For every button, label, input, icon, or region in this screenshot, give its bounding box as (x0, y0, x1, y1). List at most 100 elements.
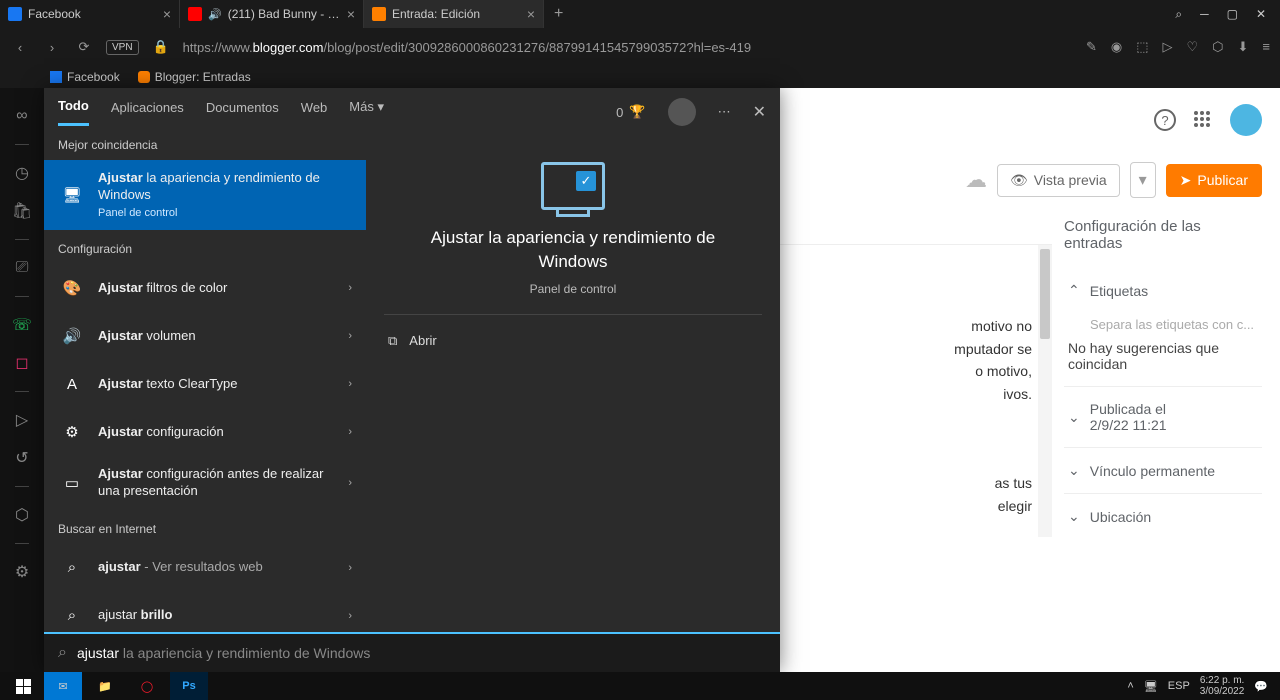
system-tray: ˄ 🖥 ESP 6:22 p. m. 3/09/2022 💬 (1127, 675, 1274, 697)
sliders-icon: ⚙ (58, 418, 86, 446)
chevron-right-icon: › (348, 562, 352, 574)
tray-clock[interactable]: 6:22 p. m. 3/09/2022 (1200, 675, 1245, 697)
bookmarks-bar: Facebook Blogger: Entradas (0, 66, 1280, 88)
apps-icon[interactable] (1194, 111, 1212, 129)
new-tab-button[interactable]: + (544, 5, 573, 23)
result-color-filters[interactable]: 🎨 Ajustar filtros de color › (44, 264, 366, 312)
send-icon[interactable]: ▷ (1162, 39, 1172, 55)
download-icon[interactable]: ⬇ (1238, 39, 1249, 55)
browser-tab-blogger[interactable]: Entrada: Edición × (364, 0, 544, 28)
reload-button[interactable]: ⟳ (74, 39, 94, 55)
section-labels[interactable]: ⌃ Etiquetas (1064, 268, 1262, 313)
result-web-brillo[interactable]: ⌕ ajustar brillo › (44, 592, 366, 632)
close-icon[interactable]: × (347, 6, 355, 22)
back-button[interactable]: ‹ (10, 40, 30, 55)
favicon-blogger (138, 71, 150, 83)
palette-icon: 🎨 (58, 274, 86, 302)
open-action[interactable]: ⧉ Abrir (384, 325, 441, 357)
close-icon[interactable]: ✕ (753, 102, 766, 122)
panel-title: Configuración de las entradas (1064, 218, 1262, 252)
tab-label: (211) Bad Bunny - Nev... (228, 7, 341, 21)
help-icon[interactable]: ? (1154, 109, 1176, 131)
clock-icon[interactable]: ◷ (12, 163, 32, 183)
bookmark-facebook[interactable]: Facebook (50, 70, 120, 84)
search-icon: ⌕ (58, 602, 86, 630)
tab-docs[interactable]: Documentos (206, 100, 279, 125)
result-volume[interactable]: 🔊 Ajustar volumen › (44, 312, 366, 360)
tab-apps[interactable]: Aplicaciones (111, 100, 184, 125)
notifications-icon[interactable]: 💬 (1254, 680, 1268, 693)
chevron-down-icon: ⌄ (1068, 409, 1080, 426)
result-cleartype[interactable]: A Ajustar texto ClearType › (44, 360, 366, 408)
task-opera[interactable]: ◯ (128, 672, 166, 700)
preview-button[interactable]: 👁 Vista previa (997, 164, 1120, 197)
maximize-button[interactable]: ▢ (1227, 7, 1238, 21)
edit-icon[interactable]: ✎ (1086, 39, 1097, 55)
rewards-count[interactable]: 0 🏆 (616, 104, 645, 120)
instagram-icon[interactable]: ◻ (12, 353, 32, 373)
search-input-row[interactable]: ⌕ ajustar la apariencia y rendimiento de… (44, 632, 780, 672)
tab-web[interactable]: Web (301, 100, 328, 125)
preview-dropdown[interactable]: ▾ (1130, 162, 1156, 198)
address-actions: ✎ ◉ ⬚ ▷ ♡ ⬡ ⬇ ≡ (1086, 39, 1270, 55)
avatar[interactable] (1230, 104, 1262, 136)
bookmark-blogger[interactable]: Blogger: Entradas (138, 70, 251, 84)
browser-tab-youtube[interactable]: 🔊 (211) Bad Bunny - Nev... × (180, 0, 364, 28)
menu-icon[interactable]: ≡ (1262, 39, 1270, 55)
result-best-match[interactable]: 🖥 Ajustar la apariencia y rendimiento de… (44, 160, 366, 230)
cloud-saved-icon: ☁ (965, 167, 987, 193)
search-filter-tabs: Todo Aplicaciones Documentos Web Más ▾ 0… (44, 88, 780, 126)
post-settings-panel: Configuración de las entradas ⌃ Etiqueta… (1052, 208, 1262, 539)
forward-button[interactable]: › (42, 40, 62, 55)
minimize-button[interactable]: ─ (1200, 7, 1209, 21)
close-icon[interactable]: × (163, 6, 171, 22)
play-icon[interactable]: ▷ (12, 410, 32, 430)
tray-chevron-icon[interactable]: ˄ (1127, 680, 1133, 692)
more-icon[interactable]: ⋯ (718, 104, 731, 120)
browser-tab-strip: Facebook × 🔊 (211) Bad Bunny - Nev... × … (0, 0, 1280, 28)
start-button[interactable] (6, 674, 40, 698)
task-photoshop[interactable]: Ps (170, 672, 208, 700)
avatar[interactable] (668, 98, 696, 126)
tray-pc-icon[interactable]: 🖥 (1144, 680, 1158, 693)
shopping-icon[interactable]: 🛍 (12, 201, 32, 221)
result-presentation[interactable]: ▭ Ajustar configuración antes de realiza… (44, 456, 366, 510)
block-icon[interactable]: ⬚ (1136, 39, 1148, 55)
vpn-badge[interactable]: VPN (106, 40, 139, 55)
heart-icon[interactable]: ♡ (1186, 39, 1198, 55)
camera-icon[interactable]: ◉ (1111, 39, 1122, 55)
tab-label: Facebook (28, 7, 157, 21)
task-mail[interactable]: ✉ (44, 672, 82, 700)
cube-icon[interactable]: ⬡ (1212, 39, 1223, 55)
history-icon[interactable]: ↺ (12, 448, 32, 468)
url-text[interactable]: https://www.blogger.com/blog/post/edit/3… (183, 40, 1074, 55)
favicon-blogger (372, 7, 386, 21)
scrollbar[interactable] (1038, 245, 1052, 537)
search-icon[interactable]: ⌕ (1175, 7, 1182, 22)
taskbar: ✉ 📁 ◯ Ps ˄ 🖥 ESP 6:22 p. m. 3/09/2022 💬 (0, 672, 1280, 700)
tab-all[interactable]: Todo (58, 98, 89, 126)
tray-language[interactable]: ESP (1168, 680, 1190, 692)
publish-button[interactable]: ➤ Publicar (1166, 164, 1262, 197)
result-web-ajustar[interactable]: ⌕ ajustar - Ver resultados web › (44, 544, 366, 592)
twitch-icon[interactable]: ⎚ (12, 258, 32, 278)
detail-title: Ajustar la apariencia y rendimiento de W… (384, 226, 762, 274)
search-typed: ajustar (77, 645, 123, 661)
section-published[interactable]: ⌄ Publicada el 2/9/22 11:21 (1064, 386, 1262, 447)
close-icon[interactable]: × (527, 6, 535, 22)
tab-more[interactable]: Más ▾ (349, 99, 384, 125)
section-location[interactable]: ⌄ Ubicación (1064, 493, 1262, 539)
whatsapp-icon[interactable]: ☏ (12, 315, 32, 335)
address-bar: ‹ › ⟳ VPN 🔒 https://www.blogger.com/blog… (0, 28, 1280, 66)
close-window-button[interactable]: ✕ (1256, 7, 1266, 21)
lock-icon[interactable]: 🔒 (151, 39, 171, 55)
package-icon[interactable]: ⬡ (12, 505, 32, 525)
meta-icon[interactable]: ∞ (12, 106, 32, 126)
chevron-right-icon: › (348, 477, 352, 489)
browser-tab-facebook[interactable]: Facebook × (0, 0, 180, 28)
result-configuration[interactable]: ⚙ Ajustar configuración › (44, 408, 366, 456)
gear-icon[interactable]: ⚙ (12, 562, 32, 582)
section-permalink[interactable]: ⌄ Vínculo permanente (1064, 447, 1262, 493)
audio-icon: 🔊 (208, 8, 222, 21)
task-explorer[interactable]: 📁 (86, 672, 124, 700)
